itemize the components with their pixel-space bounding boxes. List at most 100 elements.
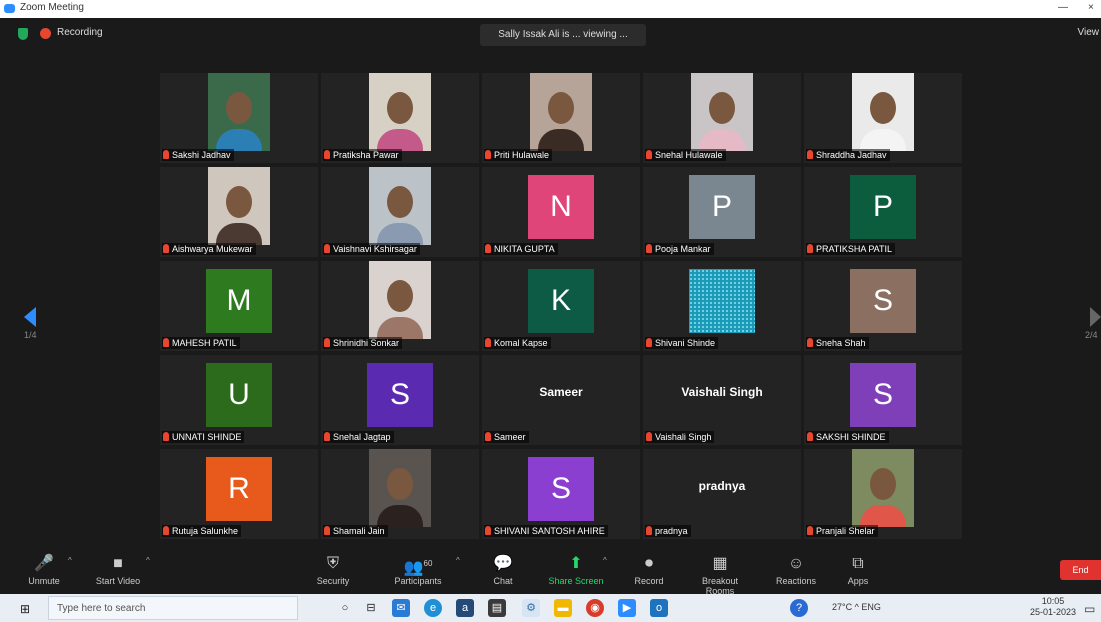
window-titlebar: Zoom Meeting — × bbox=[0, 0, 1101, 18]
participant-name-tag: Pooja Mankar bbox=[645, 243, 714, 255]
participant-tile[interactable]: P PRATIKSHA PATIL bbox=[804, 167, 962, 257]
participant-tile[interactable]: pradnya pradnya bbox=[643, 449, 801, 539]
participant-tile[interactable]: Sameer Sameer bbox=[482, 355, 640, 445]
participant-tile[interactable]: Vaishali Singh Vaishali Singh bbox=[643, 355, 801, 445]
muted-mic-icon bbox=[324, 338, 330, 347]
participant-tile[interactable]: R Rutuja Salunkhe bbox=[160, 449, 318, 539]
muted-mic-icon bbox=[807, 432, 813, 441]
participant-name-tag: Snehal Jagtap bbox=[323, 431, 394, 443]
apps-button[interactable]: ⧉ Apps bbox=[826, 552, 890, 586]
participant-name-tag: Sakshi Jadhav bbox=[162, 149, 234, 161]
meeting-window: Recording Sally Issak Ali is ... viewing… bbox=[0, 18, 1101, 596]
edge-browser-icon[interactable]: e bbox=[424, 599, 442, 617]
participant-tile[interactable]: Shivani Shinde bbox=[643, 261, 801, 351]
share-screen-icon: ⬆ bbox=[569, 555, 583, 572]
cortana-icon[interactable]: ○ bbox=[336, 599, 354, 617]
participant-tile[interactable]: K Komal Kapse bbox=[482, 261, 640, 351]
participant-name: PRATIKSHA PATIL bbox=[816, 244, 893, 254]
participant-name-tag: Vaishnavi Kshirsagar bbox=[323, 243, 420, 255]
next-page-arrow-icon[interactable] bbox=[1090, 307, 1101, 327]
notification-center-icon[interactable]: ▭ bbox=[1084, 602, 1095, 616]
muted-mic-icon bbox=[163, 432, 169, 441]
zoom-logo-icon bbox=[4, 4, 15, 13]
document-app-icon[interactable]: ▤ bbox=[488, 599, 506, 617]
participant-display-name: Sameer bbox=[539, 385, 583, 399]
previous-page-arrow-icon[interactable] bbox=[24, 307, 36, 327]
window-title: Zoom Meeting bbox=[20, 2, 84, 13]
share-banner[interactable]: Sally Issak Ali is ... viewing ... bbox=[480, 24, 646, 46]
store-app-icon[interactable]: a bbox=[456, 599, 474, 617]
participant-tile[interactable]: Aishwarya Mukewar bbox=[160, 167, 318, 257]
participant-tile[interactable]: Pratiksha Pawar bbox=[321, 73, 479, 163]
help-icon[interactable]: ? bbox=[790, 599, 808, 617]
participant-tile[interactable]: S Sneha Shah bbox=[804, 261, 962, 351]
participant-name: Shraddha Jadhav bbox=[816, 150, 887, 160]
zoom-app-icon[interactable]: ▶ bbox=[618, 599, 636, 617]
participants-button[interactable]: 👥60 Participants bbox=[386, 552, 450, 586]
muted-mic-icon bbox=[485, 338, 491, 347]
participant-tile[interactable]: Shrinidhi Sonkar bbox=[321, 261, 479, 351]
taskbar-search-input[interactable]: Type here to search bbox=[48, 596, 298, 620]
chrome-browser-icon[interactable]: ◉ bbox=[586, 599, 604, 617]
participant-tile[interactable]: Priti Hulawale bbox=[482, 73, 640, 163]
participant-tile[interactable]: Shamali Jain bbox=[321, 449, 479, 539]
muted-mic-icon bbox=[163, 338, 169, 347]
close-button[interactable]: × bbox=[1088, 2, 1094, 13]
participant-name: UNNATI SHINDE bbox=[172, 432, 242, 442]
record-button[interactable]: ⏺ Record bbox=[617, 552, 681, 586]
view-button[interactable]: View bbox=[1078, 27, 1100, 38]
share-options-caret-icon[interactable]: ^ bbox=[603, 556, 607, 565]
participant-avatar: U bbox=[206, 362, 272, 427]
taskbar-clock[interactable]: 10:05 25-01-2023 bbox=[1030, 596, 1076, 618]
person-body bbox=[699, 129, 745, 151]
participant-tile[interactable]: N NIKITA GUPTA bbox=[482, 167, 640, 257]
task-view-icon[interactable]: ⊟ bbox=[362, 599, 380, 617]
participant-tile[interactable]: Shraddha Jadhav bbox=[804, 73, 962, 163]
minimize-button[interactable]: — bbox=[1058, 2, 1068, 13]
unmute-button[interactable]: 🎤 Unmute bbox=[12, 552, 76, 586]
settings-app-icon[interactable]: ⚙ bbox=[522, 599, 540, 617]
participant-name: Sneha Shah bbox=[816, 338, 866, 348]
participant-video bbox=[530, 73, 592, 151]
video-options-caret-icon[interactable]: ^ bbox=[146, 556, 150, 565]
participant-tile[interactable]: S SAKSHI SHINDE bbox=[804, 355, 962, 445]
video-off-icon: ■ bbox=[113, 555, 123, 572]
mail-icon[interactable]: ✉ bbox=[392, 599, 410, 617]
meeting-topbar: Recording Sally Issak Ali is ... viewing… bbox=[0, 18, 1101, 50]
file-explorer-icon[interactable]: ▬ bbox=[554, 599, 572, 617]
person-body bbox=[377, 317, 423, 339]
participant-tile[interactable]: Pranjali Shelar bbox=[804, 449, 962, 539]
windows-start-icon[interactable]: ⊞ bbox=[20, 602, 30, 616]
participant-name: pradnya bbox=[655, 526, 688, 536]
participant-tile[interactable]: Sakshi Jadhav bbox=[160, 73, 318, 163]
end-meeting-button[interactable]: End bbox=[1060, 560, 1101, 580]
breakout-rooms-button[interactable]: ▦ Breakout Rooms bbox=[688, 552, 752, 596]
participant-tile[interactable]: Snehal Hulawale bbox=[643, 73, 801, 163]
participant-tile[interactable]: S SHIVANI SANTOSH AHIRE bbox=[482, 449, 640, 539]
meeting-control-bar: 🎤 Unmute ^ ■ Start Video ^ ⛨ Security 👥6… bbox=[0, 548, 1101, 596]
participant-name: Sameer bbox=[494, 432, 526, 442]
participants-caret-icon[interactable]: ^ bbox=[456, 556, 460, 565]
participant-tile[interactable]: U UNNATI SHINDE bbox=[160, 355, 318, 445]
audio-options-caret-icon[interactable]: ^ bbox=[68, 556, 72, 565]
participant-tile[interactable]: S Snehal Jagtap bbox=[321, 355, 479, 445]
security-button[interactable]: ⛨ Security bbox=[301, 552, 365, 586]
participant-profile-image bbox=[689, 268, 755, 333]
person-face bbox=[709, 91, 735, 124]
person-face bbox=[387, 467, 413, 500]
muted-mic-icon bbox=[163, 150, 169, 159]
participant-avatar: P bbox=[850, 174, 916, 239]
start-video-button[interactable]: ■ Start Video bbox=[86, 552, 150, 586]
chat-button[interactable]: 💬 Chat bbox=[471, 552, 535, 586]
system-tray-text[interactable]: 27°C ^ ENG bbox=[832, 602, 881, 612]
share-screen-button[interactable]: ⬆ Share Screen bbox=[544, 552, 608, 586]
reactions-button[interactable]: ☺ Reactions bbox=[764, 552, 828, 586]
security-shield-icon[interactable] bbox=[18, 28, 28, 40]
outlook-app-icon[interactable]: o bbox=[650, 599, 668, 617]
gallery-grid: Sakshi Jadhav Pratiksha Pawar Priti Hulawa… bbox=[160, 73, 964, 553]
clock-time: 10:05 bbox=[1041, 596, 1065, 606]
participant-tile[interactable]: Vaishnavi Kshirsagar bbox=[321, 167, 479, 257]
participant-tile[interactable]: P Pooja Mankar bbox=[643, 167, 801, 257]
participant-tile[interactable]: M MAHESH PATIL bbox=[160, 261, 318, 351]
participant-name: Priti Hulawale bbox=[494, 150, 550, 160]
